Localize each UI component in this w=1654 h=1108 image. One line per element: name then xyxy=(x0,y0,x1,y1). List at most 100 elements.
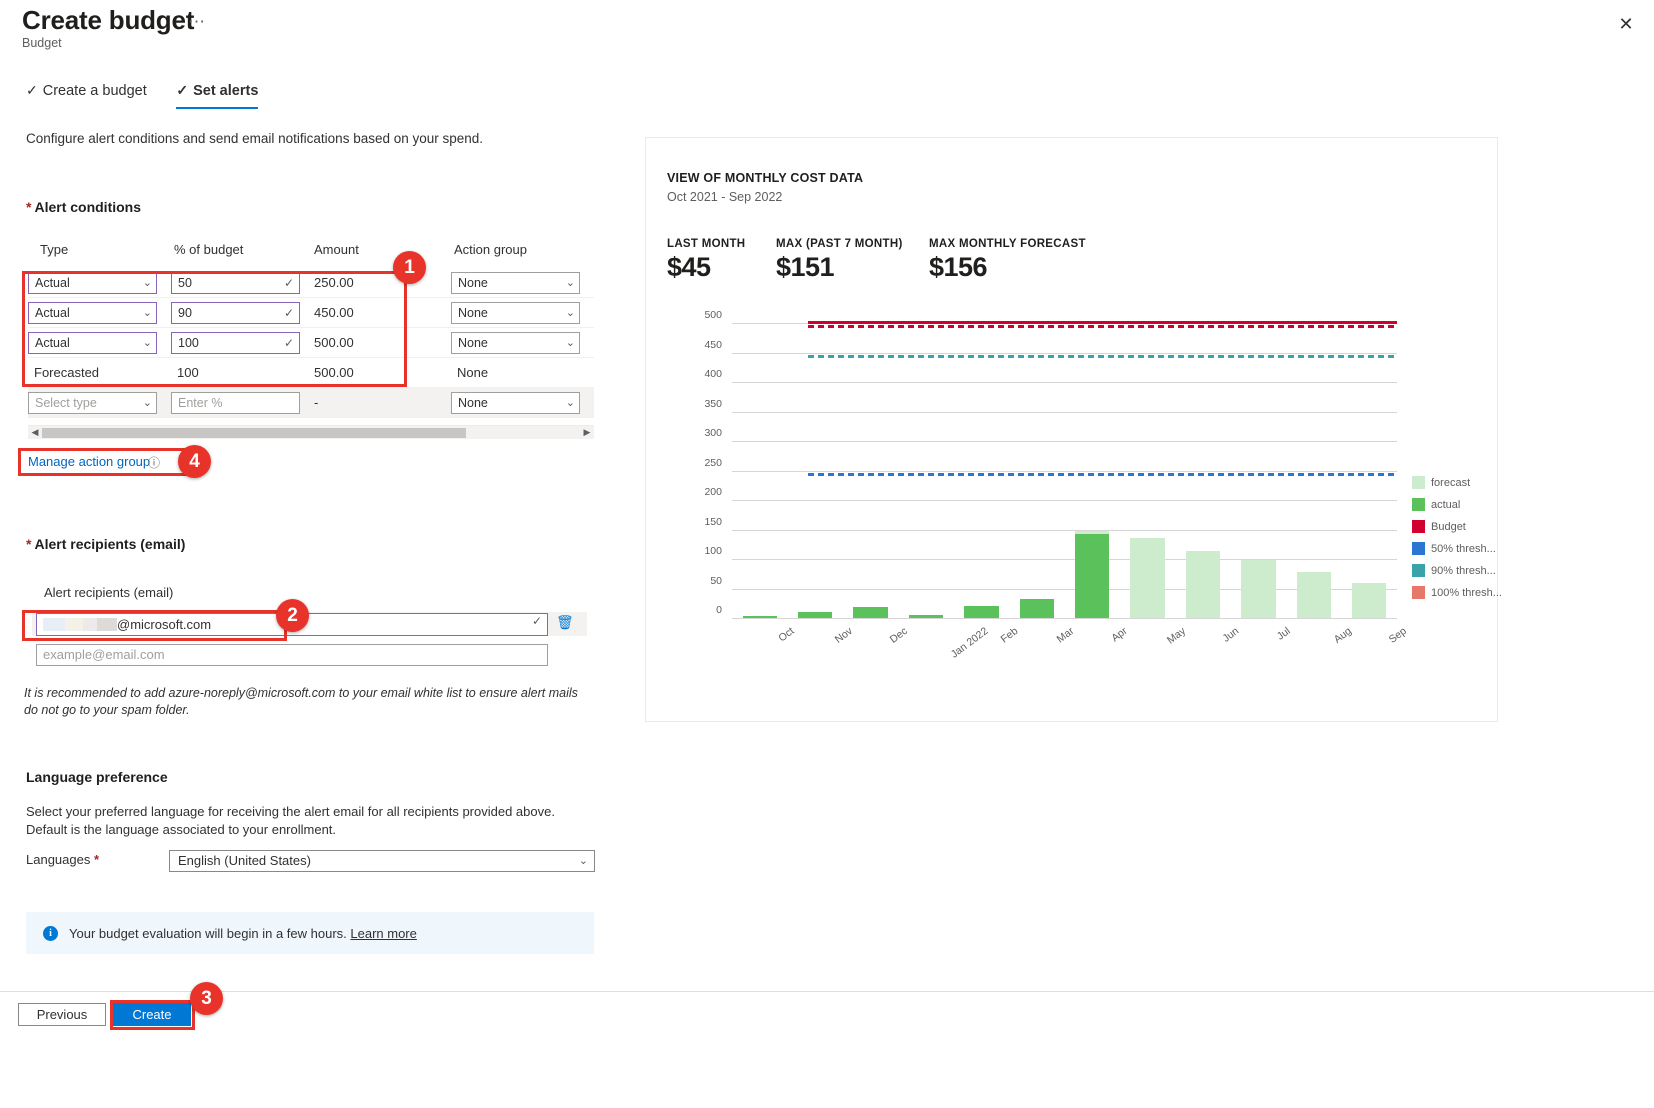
tab-set-alerts[interactable]: ✓Set alerts xyxy=(176,82,258,106)
kpi-max-past-7-month: MAX (PAST 7 MONTH) $151 xyxy=(776,238,903,283)
bar-forecast-sep xyxy=(1352,583,1386,618)
bar-forecast-jun xyxy=(1186,551,1220,618)
column-header-percent: % of budget xyxy=(171,242,312,268)
bar-forecast-may xyxy=(1130,538,1164,618)
gridline xyxy=(732,382,1397,383)
scroll-right-icon[interactable]: ▶ xyxy=(580,427,594,438)
action-group-value: None xyxy=(458,396,488,410)
percent-value: 50 xyxy=(178,276,192,290)
tab-create-a-budget[interactable]: ✓Create a budget xyxy=(26,82,147,106)
check-icon: ✓ xyxy=(284,273,294,293)
y-axis-tick-label: 350 xyxy=(688,398,722,410)
alert-conditions-table: Type % of budget Amount Action group Act… xyxy=(28,242,594,418)
x-axis-tick-label: Jun xyxy=(1220,625,1241,645)
cost-bar-chart: 500450400350300250200150100500OctNovDecJ… xyxy=(667,323,1477,643)
cell-type: Actual ⌄ xyxy=(28,302,171,324)
more-options-icon[interactable]: ⋯ xyxy=(188,12,206,32)
new-action-group-dropdown[interactable]: None ⌄ xyxy=(451,392,580,414)
bar-actual-nov xyxy=(798,612,832,618)
column-header-action-group: Action group xyxy=(451,242,591,268)
new-type-dropdown[interactable]: Select type ⌄ xyxy=(28,392,157,414)
alert-recipient-email-input-new[interactable]: example@email.com xyxy=(36,644,548,666)
threshold-line-450 xyxy=(808,355,1397,358)
x-axis-tick-label: Dec xyxy=(888,625,910,646)
percent-input[interactable]: 100 ✓ xyxy=(171,332,300,354)
legend-swatch xyxy=(1412,586,1425,599)
languages-dropdown[interactable]: English (United States) ⌄ xyxy=(169,850,595,872)
kpi-last-month: LAST MONTH $45 xyxy=(667,238,745,283)
manage-action-group-link[interactable]: Manage action group xyxy=(28,454,150,469)
legend-item: forecast xyxy=(1412,476,1470,488)
kpi-label: MAX (PAST 7 MONTH) xyxy=(776,238,903,250)
delete-icon[interactable]: 🗑 xyxy=(556,614,574,631)
cell-percent: 100 ✓ xyxy=(171,332,312,354)
action-group-dropdown[interactable]: None ⌄ xyxy=(451,272,580,294)
legend-label: Budget xyxy=(1431,521,1466,533)
legend-swatch xyxy=(1412,520,1425,533)
cell-percent: 50 ✓ xyxy=(171,272,312,294)
y-axis-tick-label: 200 xyxy=(688,486,722,498)
x-axis-tick-label: Apr xyxy=(1109,625,1129,644)
table-row: Actual ⌄ 100 ✓ 500.00 None ⌄ xyxy=(28,328,594,358)
language-preference-heading: Language preference xyxy=(26,769,168,785)
legend-swatch xyxy=(1412,476,1425,489)
chevron-down-icon: ⌄ xyxy=(143,393,152,413)
action-group-dropdown[interactable]: None ⌄ xyxy=(451,302,580,324)
info-banner-text: Your budget evaluation will begin in a f… xyxy=(69,926,417,941)
new-percent-input[interactable]: Enter % xyxy=(171,392,300,414)
action-group-dropdown[interactable]: None ⌄ xyxy=(451,332,580,354)
x-axis-tick-label: Oct xyxy=(777,625,797,644)
chevron-down-icon: ⌄ xyxy=(566,273,575,293)
cell-action-group: None ⌄ xyxy=(451,332,591,354)
previous-button[interactable]: Previous xyxy=(18,1003,106,1026)
budget-line xyxy=(808,321,1397,324)
page-subtitle: Budget xyxy=(22,36,62,50)
heading-text: Alert recipients (email) xyxy=(34,536,185,552)
legend-label: 100% thresh... xyxy=(1431,587,1502,599)
scroll-left-icon[interactable]: ◀ xyxy=(28,427,42,438)
table-row: Actual ⌄ 90 ✓ 450.00 None ⌄ xyxy=(28,298,594,328)
bar-actual-oct xyxy=(743,616,777,618)
close-icon[interactable]: ✕ xyxy=(1612,10,1640,38)
action-group-value: None xyxy=(458,276,488,290)
x-axis-tick-label: May xyxy=(1165,625,1188,647)
legend-label: actual xyxy=(1431,499,1460,511)
annotation-badge-4: 4 xyxy=(178,445,211,478)
gridline xyxy=(732,559,1397,560)
bar-actual-dec xyxy=(853,607,887,618)
threshold-line-500 xyxy=(808,325,1397,328)
type-dropdown[interactable]: Actual ⌄ xyxy=(28,272,157,294)
x-axis-tick-label: Jul xyxy=(1275,625,1293,643)
check-icon: ✓ xyxy=(284,333,294,353)
create-button[interactable]: Create xyxy=(113,1003,191,1026)
label-text: Languages xyxy=(26,852,90,867)
annotation-badge-1: 1 xyxy=(393,251,426,284)
plot-area: 500450400350300250200150100500OctNovDecJ… xyxy=(732,323,1397,618)
cell-percent: 90 ✓ xyxy=(171,302,312,324)
languages-selected-value: English (United States) xyxy=(178,853,311,868)
column-header-type: Type xyxy=(28,242,171,268)
required-asterisk: * xyxy=(26,199,31,215)
table-horizontal-scrollbar[interactable]: ◀ ▶ xyxy=(28,425,594,439)
percent-input[interactable]: 50 ✓ xyxy=(171,272,300,294)
legend-label: forecast xyxy=(1431,477,1470,489)
info-icon[interactable]: ⓘ xyxy=(148,454,160,471)
intro-text: Configure alert conditions and send emai… xyxy=(26,131,483,146)
required-asterisk: * xyxy=(26,536,31,552)
cell-amount: 250.00 xyxy=(312,275,451,290)
annotation-badge-3: 3 xyxy=(190,982,223,1015)
legend-item: actual xyxy=(1412,498,1460,510)
percent-input[interactable]: 90 ✓ xyxy=(171,302,300,324)
alert-recipients-heading: *Alert recipients (email) xyxy=(26,536,185,552)
alert-recipients-field-label: Alert recipients (email) xyxy=(44,585,173,600)
learn-more-link[interactable]: Learn more xyxy=(350,926,416,941)
cell-amount: 500.00 xyxy=(312,335,451,350)
x-axis-tick-label: Jan 2022 xyxy=(948,625,990,661)
type-dropdown[interactable]: Actual ⌄ xyxy=(28,332,157,354)
scrollbar-thumb[interactable] xyxy=(42,428,466,438)
cell-action-group: None xyxy=(451,365,591,380)
type-dropdown[interactable]: Actual ⌄ xyxy=(28,302,157,324)
cell-type: Actual ⌄ xyxy=(28,332,171,354)
check-icon: ✓ xyxy=(284,303,294,323)
chevron-down-icon: ⌄ xyxy=(579,851,588,871)
